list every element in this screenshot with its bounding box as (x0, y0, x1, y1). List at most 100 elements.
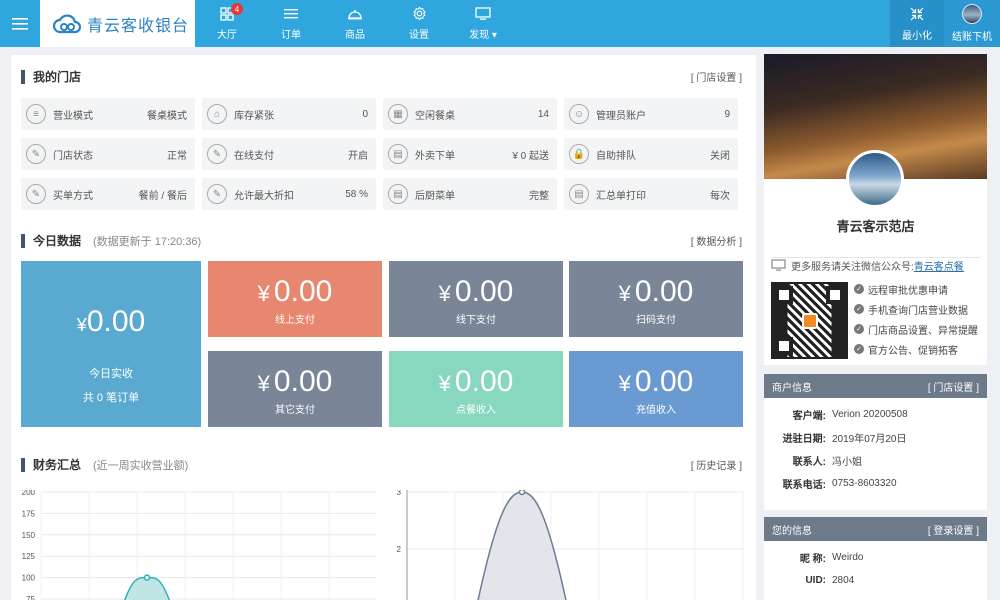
section-title-today: 今日数据 (数据更新于 17:20:36) (21, 232, 201, 249)
info-row: 昵 称: Weirdo (764, 546, 987, 569)
today-revenue-label: 今日实收 (89, 368, 133, 380)
doc-icon: ▤ (388, 184, 408, 204)
store-avatar[interactable] (846, 150, 904, 208)
info-row: UID: 2804 (764, 569, 987, 592)
info-key: 联系电话: (782, 480, 826, 491)
promo-text: 更多服务请关注微信公众号: (791, 262, 914, 273)
edit-icon: ✎ (207, 184, 227, 204)
store-info-label: 外卖下单 (415, 150, 455, 162)
payment-amount: ¥0.00 (438, 365, 514, 398)
payment-label: 充值收入 (636, 405, 676, 416)
hamburger-menu-icon[interactable] (0, 0, 40, 47)
feature-item: ✓ 远程审批优惠申请 (854, 279, 984, 299)
info-key: 昵 称: (799, 554, 826, 565)
edit-icon: ✎ (207, 144, 227, 164)
payment-tile[interactable]: ¥0.00 充值收入 (569, 351, 743, 427)
finance-chart-right: 32 (389, 490, 749, 600)
store-info-value: 餐桌模式 (147, 110, 187, 122)
y-tick-label: 100 (22, 574, 36, 583)
series-area (124, 576, 170, 600)
logout-label: 结账下机 (952, 32, 992, 43)
store-info-value: 14 (537, 108, 549, 120)
store-info-item[interactable]: ⌂ 库存紧张 0 (202, 98, 376, 130)
payment-amount: ¥0.00 (618, 365, 694, 398)
data-analysis-link[interactable]: [ 数据分析 ] (691, 233, 742, 248)
brand-name: 青云客收银台 (87, 17, 190, 35)
store-settings-link[interactable]: [ 门店设置 ] (691, 69, 742, 84)
store-info-item[interactable]: ✎ 买单方式 餐前 / 餐后 (21, 178, 195, 210)
nav-hall[interactable]: 4 大厅 (195, 0, 259, 47)
info-value: 2804 (832, 575, 855, 586)
menu-lines-icon: ≡ (26, 104, 46, 124)
store-info-item[interactable]: ▤ 汇总单打印 每次 (564, 178, 738, 210)
finance-chart-left: 200 175 150 125 100 75 (11, 490, 381, 600)
history-link[interactable]: [ 历史记录 ] (691, 457, 742, 472)
qr-logo-icon (802, 313, 818, 329)
info-key: UID: (805, 575, 826, 586)
doc-icon: ▤ (388, 144, 408, 164)
monitor-icon (771, 258, 786, 271)
nav-settings[interactable]: 设置 (387, 0, 451, 47)
payment-label: 线上支付 (275, 315, 315, 326)
login-settings-link[interactable]: [ 登录设置 ] (928, 522, 979, 537)
list-icon (284, 8, 298, 18)
lock-icon: 🔒 (569, 144, 589, 164)
payment-tile[interactable]: ¥0.00 其它支付 (208, 351, 382, 427)
nav-label: 商品 (345, 29, 365, 41)
checkout-logout-button[interactable]: 结账下机 (944, 0, 1000, 47)
payment-amount: ¥0.00 (438, 275, 514, 308)
store-info-label: 营业模式 (53, 110, 93, 122)
avatar (962, 4, 982, 24)
store-profile-card: 青云客示范店 更多服务请关注微信公众号: 青云客点餐 ✓ 远程审批优惠申请 ✓ 手机查询… (764, 54, 987, 365)
payment-tile[interactable]: ¥0.00 线上支付 (208, 261, 382, 337)
store-info-item[interactable]: ▤ 外卖下单 ¥ 0 起送 (383, 138, 557, 170)
payment-label: 线下支付 (456, 315, 496, 326)
user-info-card: 您的信息 [ 登录设置 ] 昵 称: Weirdo UID: 2804 (764, 517, 987, 600)
nav-products[interactable]: 商品 (323, 0, 387, 47)
store-info-item[interactable]: ✎ 允许最大折扣 58 % (202, 178, 376, 210)
check-circle-icon: ✓ (854, 324, 864, 334)
gear-icon (412, 6, 426, 21)
payment-label: 点餐收入 (456, 405, 496, 416)
store-info-label: 汇总单打印 (596, 190, 646, 202)
merchant-info-title: 商户信息 (772, 382, 812, 394)
check-circle-icon: ✓ (854, 304, 864, 314)
store-info-value: 正常 (167, 150, 187, 162)
store-info-item[interactable]: ☺ 管理员账户 9 (564, 98, 738, 130)
edit-icon: ✎ (26, 144, 46, 164)
y-tick-label: 125 (22, 552, 36, 561)
section-title-store: 我的门店 (21, 68, 81, 85)
info-row: 进驻日期: 2019年07月20日 (764, 426, 987, 449)
cloud-logo-icon (53, 13, 81, 33)
promo-link[interactable]: 青云客点餐 (914, 258, 964, 273)
store-info-item[interactable]: ✎ 在线支付 开启 (202, 138, 376, 170)
payment-tile[interactable]: ¥0.00 点餐收入 (389, 351, 563, 427)
store-info-item[interactable]: 🔒 自助排队 关闭 (564, 138, 738, 170)
info-value: Verion 20200508 (832, 409, 908, 420)
merchant-settings-link[interactable]: [ 门店设置 ] (928, 379, 979, 394)
monitor-icon (475, 6, 491, 20)
edit-icon: ✎ (26, 184, 46, 204)
nav-orders[interactable]: 订单 (259, 0, 323, 47)
store-info-item[interactable]: ≡ 营业模式 餐桌模式 (21, 98, 195, 130)
nav-discover[interactable]: 发现 ▾ (451, 0, 515, 47)
top-bar: 青云客收银台 4 大厅 订单 商品 设置 发现 ▾ 最小化 结账下机 (0, 0, 1000, 47)
nav-label: 发现 ▾ (469, 29, 497, 41)
payment-tile[interactable]: ¥0.00 扫码支付 (569, 261, 743, 337)
store-info-item[interactable]: ▦ 空闲餐桌 14 (383, 98, 557, 130)
info-key: 联系人: (792, 457, 826, 468)
nav-label: 设置 (409, 30, 429, 41)
user-info-header: 您的信息 [ 登录设置 ] (764, 517, 987, 541)
store-info-item[interactable]: ✎ 门店状态 正常 (21, 138, 195, 170)
nav-label: 订单 (281, 29, 301, 41)
store-info-value: 58 % (345, 188, 368, 200)
store-info-item[interactable]: ▤ 后厨菜单 完整 (383, 178, 557, 210)
brand-logo[interactable]: 青云客收银台 (40, 0, 195, 47)
payment-tile[interactable]: ¥0.00 线下支付 (389, 261, 563, 337)
nav-label: 大厅 (217, 29, 237, 41)
order-count: 共 0 笔订单 (82, 392, 140, 404)
store-info-label: 后厨菜单 (415, 190, 455, 202)
merchant-info-header: 商户信息 [ 门店设置 ] (764, 374, 987, 398)
minimize-button[interactable]: 最小化 (890, 0, 944, 47)
today-revenue-tile[interactable]: ¥0.00 今日实收 共 0 笔订单 (21, 261, 201, 427)
